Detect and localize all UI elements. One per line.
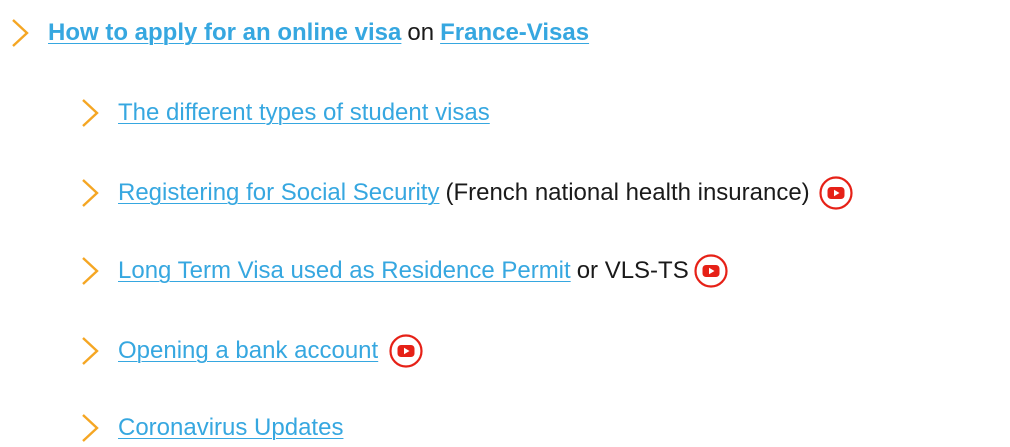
list-item-online-visa: How to apply for an online visa on Franc… [10, 16, 589, 50]
list-item-coronavirus: Coronavirus Updates [80, 411, 343, 445]
list-item-student-visas: The different types of student visas [80, 96, 490, 130]
chevron-right-icon [80, 411, 100, 445]
social-security-note: (French national health insurance) [445, 179, 810, 206]
chevron-right-icon [80, 176, 100, 210]
social-security-link[interactable]: Registering for Social Security [118, 178, 439, 208]
bank-account-link[interactable]: Opening a bank account [118, 336, 378, 366]
list-item-residence-permit: Long Term Visa used as Residence Permit … [80, 254, 729, 288]
online-visa-link[interactable]: How to apply for an online visa [48, 18, 401, 48]
residence-permit-link[interactable]: Long Term Visa used as Residence Permit [118, 256, 571, 286]
student-visas-link[interactable]: The different types of student visas [118, 98, 490, 128]
resource-link-list: How to apply for an online visa on Franc… [0, 0, 1010, 447]
youtube-icon[interactable] [388, 333, 424, 369]
connector-text: on [407, 19, 435, 46]
vls-ts-note: or VLS-TS [576, 257, 689, 284]
youtube-icon[interactable] [818, 175, 854, 211]
chevron-right-icon [10, 16, 30, 50]
france-visas-link[interactable]: France-Visas [440, 18, 589, 48]
list-item-bank-account: Opening a bank account [80, 334, 424, 368]
chevron-right-icon [80, 96, 100, 130]
list-item-social-security: Registering for Social Security (French … [80, 176, 854, 210]
youtube-icon[interactable] [693, 253, 729, 289]
chevron-right-icon [80, 254, 100, 288]
chevron-right-icon [80, 334, 100, 368]
coronavirus-link[interactable]: Coronavirus Updates [118, 413, 343, 443]
